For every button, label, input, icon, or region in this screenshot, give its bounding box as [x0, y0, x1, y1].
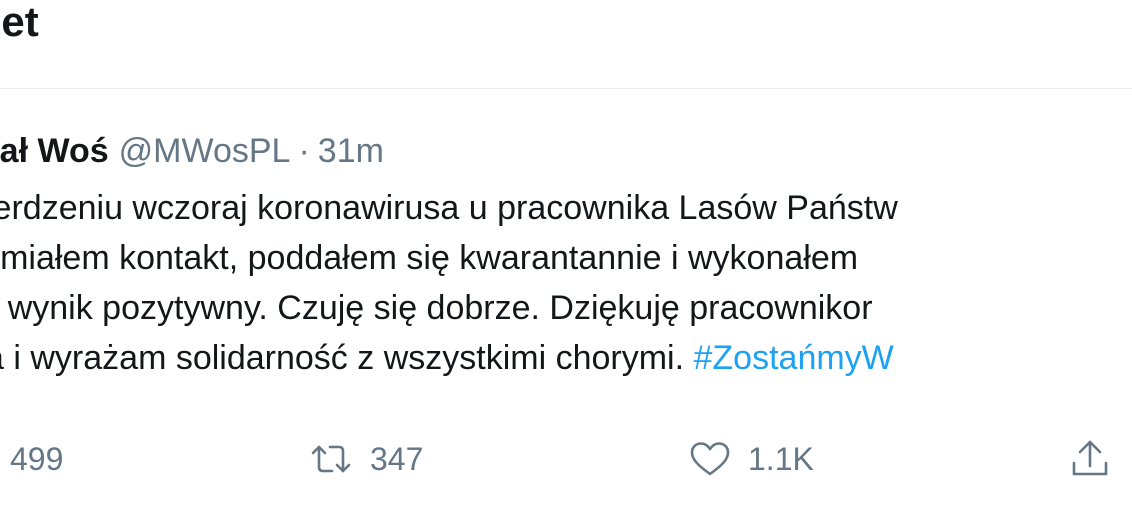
- tweet-timestamp[interactable]: 31m: [318, 132, 384, 170]
- share-icon: [1070, 439, 1110, 479]
- tweet-text-fragment: owia i wyrażam solidarność z wszystkimi …: [0, 339, 694, 377]
- retweet-icon: [310, 442, 352, 476]
- reply-count: 499: [10, 440, 64, 477]
- tweet-meta: chał Woś @MWosPL·31m: [0, 129, 384, 173]
- hashtag-link[interactable]: #ZostańmyW: [694, 339, 894, 377]
- tweet-text-line: rym miałem kontakt, poddałem się kwarant…: [0, 239, 859, 277]
- tweet-text: stwierdzeniu wczoraj koronawirusa u prac…: [0, 183, 1132, 383]
- tweet-text-line: stwierdzeniu wczoraj koronawirusa u prac…: [0, 189, 898, 227]
- tweet-page: eet chał Woś @MWosPL·31m stwierdzeniu wcz…: [0, 0, 1132, 509]
- author-name[interactable]: chał Woś: [0, 132, 109, 170]
- page-title: eet: [0, 0, 39, 45]
- tweet[interactable]: chał Woś @MWosPL·31m stwierdzeniu wczoraj…: [0, 89, 1132, 509]
- like-button[interactable]: 1.1K: [690, 429, 814, 489]
- author-handle[interactable]: @MWosPL: [119, 132, 291, 170]
- page-header: eet: [0, 0, 1132, 89]
- meta-separator: ·: [298, 132, 310, 170]
- tweet-text-line: t dał wynik pozytywny. Czuję się dobrze.…: [0, 289, 873, 327]
- tweet-actions: 499 347 1.1K: [0, 429, 1132, 489]
- heart-icon: [690, 441, 730, 477]
- share-button[interactable]: [1070, 429, 1110, 489]
- retweet-button[interactable]: 347: [310, 429, 423, 489]
- tweet-text-line: owia i wyrażam solidarność z wszystkimi …: [0, 333, 1132, 383]
- reply-button[interactable]: 499: [10, 429, 63, 489]
- retweet-count: 347: [370, 440, 424, 477]
- like-count: 1.1K: [748, 440, 814, 477]
